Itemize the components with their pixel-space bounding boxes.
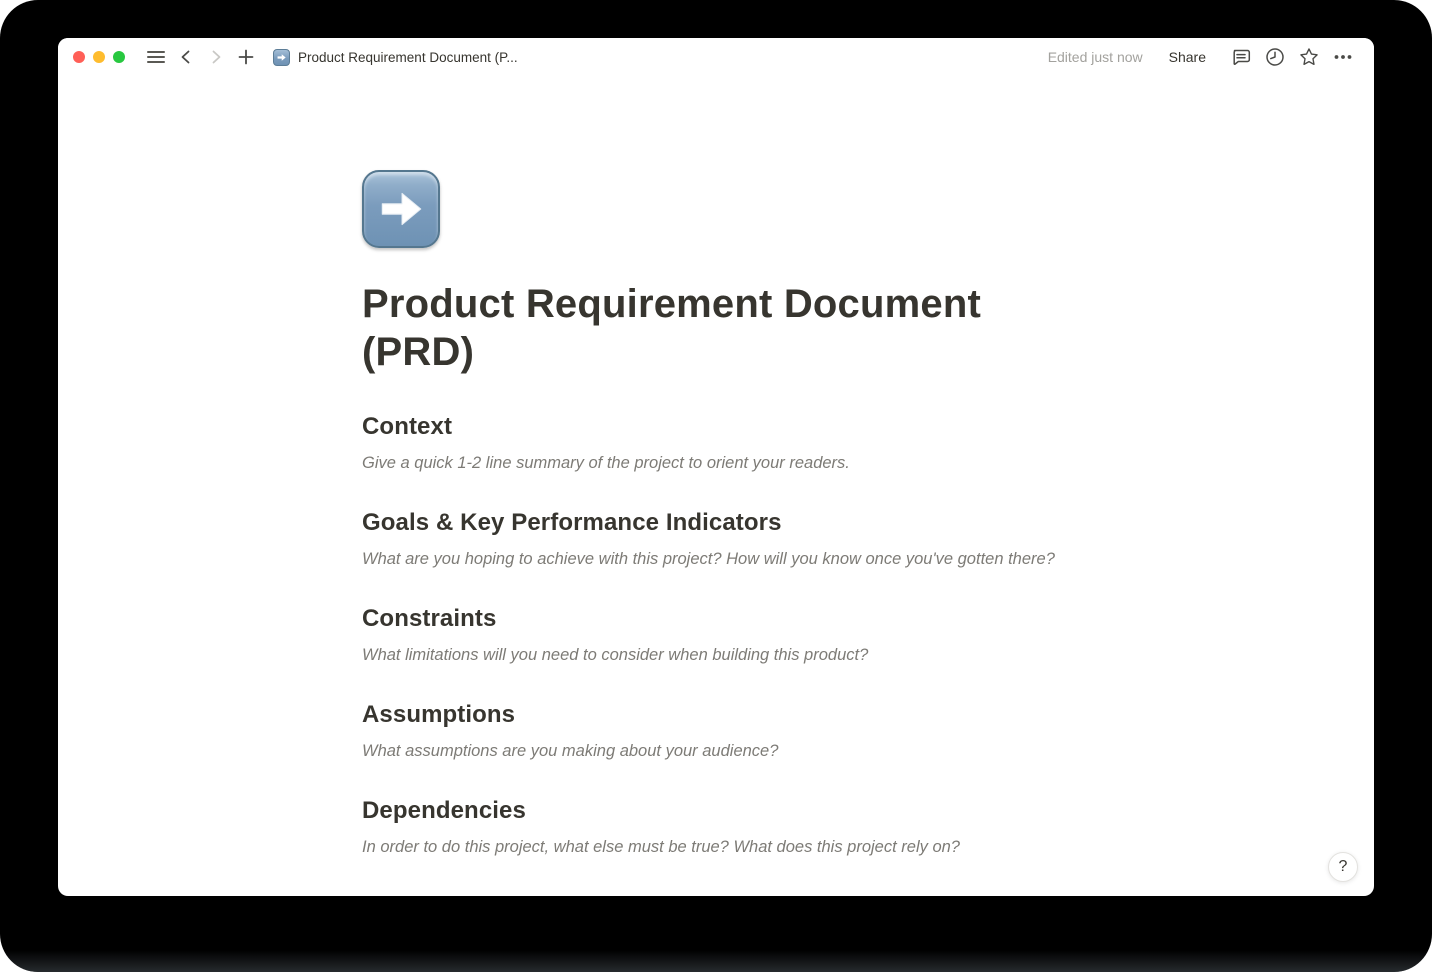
clock-icon	[1264, 46, 1286, 68]
comments-button[interactable]	[1230, 46, 1252, 68]
section-assumptions: Assumptions What assumptions are you mak…	[362, 700, 1070, 762]
page-content: Product Requirement Document (PRD) Conte…	[58, 76, 1374, 896]
section-hint[interactable]: In order to do this project, what else m…	[362, 836, 1070, 858]
more-icon	[1332, 46, 1354, 68]
section-heading[interactable]: Context	[362, 412, 1070, 442]
section-heading[interactable]: Constraints	[362, 604, 1070, 634]
minimize-window-button[interactable]	[93, 51, 105, 63]
section-constraints: Constraints What limitations will you ne…	[362, 604, 1070, 666]
comment-icon	[1230, 46, 1252, 68]
section-hint[interactable]: Give a quick 1-2 line summary of the pro…	[362, 452, 1070, 474]
chevron-left-icon	[177, 48, 195, 66]
chevron-right-icon	[207, 48, 225, 66]
plus-icon	[237, 48, 255, 66]
back-button[interactable]	[177, 48, 195, 66]
more-options-button[interactable]	[1332, 46, 1354, 68]
forward-button[interactable]	[207, 48, 225, 66]
section-hint[interactable]: What are you hoping to achieve with this…	[362, 548, 1070, 570]
section-heading[interactable]: Dependencies	[362, 796, 1070, 826]
page-history-button[interactable]	[1264, 46, 1286, 68]
section-goals: Goals & Key Performance Indicators What …	[362, 508, 1070, 570]
hamburger-icon	[147, 50, 165, 64]
notion-window: Product Requirement Document (P... Edite…	[58, 38, 1374, 896]
traffic-lights	[73, 51, 125, 63]
section-heading[interactable]: Assumptions	[362, 700, 1070, 730]
desktop-background: Product Requirement Document (P... Edite…	[0, 0, 1432, 972]
section-list: Context Give a quick 1-2 line summary of…	[362, 412, 1070, 858]
page-title[interactable]: Product Requirement Document (PRD)	[362, 280, 1070, 376]
page-arrow-emoji-icon[interactable]	[362, 170, 440, 248]
section-context: Context Give a quick 1-2 line summary of…	[362, 412, 1070, 474]
section-hint[interactable]: What limitations will you need to consid…	[362, 644, 1070, 666]
section-hint[interactable]: What assumptions are you making about yo…	[362, 740, 1070, 762]
star-icon	[1298, 46, 1320, 68]
new-tab-button[interactable]	[237, 48, 255, 66]
edited-status: Edited just now	[1048, 49, 1143, 65]
section-heading[interactable]: Goals & Key Performance Indicators	[362, 508, 1070, 538]
help-button[interactable]: ?	[1328, 852, 1358, 882]
close-window-button[interactable]	[73, 51, 85, 63]
section-dependencies: Dependencies In order to do this project…	[362, 796, 1070, 858]
tab-page-arrow-emoji-icon	[273, 49, 290, 66]
zoom-window-button[interactable]	[113, 51, 125, 63]
titlebar: Product Requirement Document (P... Edite…	[58, 38, 1374, 76]
share-button[interactable]: Share	[1165, 47, 1210, 67]
favorite-button[interactable]	[1298, 46, 1320, 68]
sidebar-toggle-button[interactable]	[147, 50, 165, 64]
tab-title[interactable]: Product Requirement Document (P...	[298, 50, 518, 65]
